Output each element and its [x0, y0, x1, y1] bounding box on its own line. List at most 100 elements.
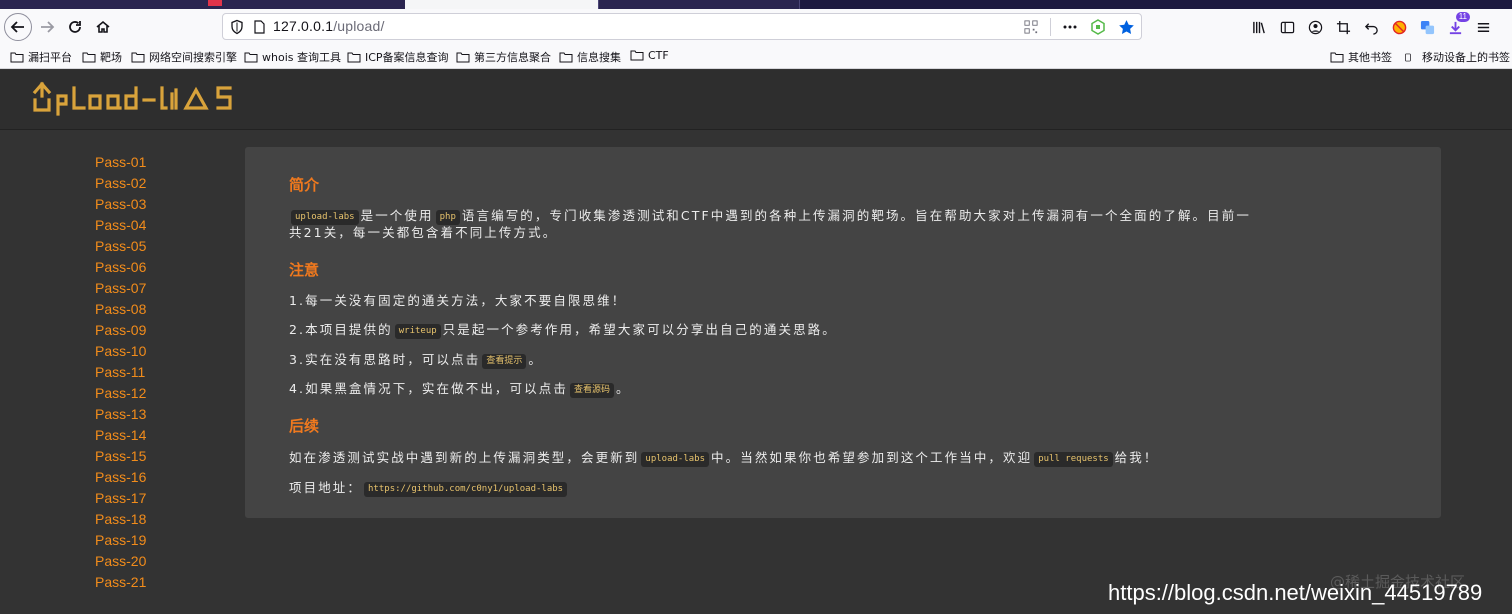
sidebar-item-pass-15[interactable]: Pass-15	[95, 447, 146, 468]
sidebar-item-pass-08[interactable]: Pass-08	[95, 300, 146, 321]
browser-tab-1[interactable]	[0, 0, 201, 9]
upload-labs-logo	[32, 81, 232, 116]
intro-text: 是一个使用	[360, 208, 434, 223]
sidebar-item-pass-01[interactable]: Pass-01	[95, 153, 146, 174]
sidebar-item-pass-13[interactable]: Pass-13	[95, 405, 146, 426]
bookmark-folder-2[interactable]: 靶场	[82, 49, 122, 65]
qr-code-icon[interactable]	[1022, 18, 1040, 36]
heading-notes: 注意	[289, 261, 320, 279]
sidebar-item-pass-06[interactable]: Pass-06	[95, 258, 146, 279]
show-source-link[interactable]: 查看源码	[569, 383, 614, 398]
reload-button[interactable]	[61, 13, 89, 41]
url-actions	[1022, 18, 1135, 36]
bookmark-label: 其他书签	[1348, 51, 1392, 64]
mobile-device-icon	[1404, 52, 1418, 63]
toolbar-right: 11	[1250, 12, 1492, 36]
bookmark-folder-1[interactable]: 漏扫平台	[10, 49, 72, 65]
bookmark-label: whois 查询工具	[262, 51, 341, 64]
sidebar-item-pass-14[interactable]: Pass-14	[95, 426, 146, 447]
code-pull-requests: pull requests	[1034, 452, 1113, 467]
bookmark-folder-4[interactable]: whois 查询工具	[244, 49, 341, 65]
sidebar-nav: Pass-01 Pass-02 Pass-03 Pass-04 Pass-05 …	[95, 153, 146, 594]
sidebar-item-pass-07[interactable]: Pass-07	[95, 279, 146, 300]
followup-text: 如在渗透测试实战中遇到新的上传漏洞类型，会更新到	[289, 450, 640, 465]
sidebar-item-pass-17[interactable]: Pass-17	[95, 489, 146, 510]
forward-button[interactable]	[33, 13, 61, 41]
browser-tab-4[interactable]	[598, 0, 800, 9]
bookmark-label: 第三方信息聚合	[474, 51, 551, 64]
bookmark-label: 移动设备上的书签	[1422, 51, 1510, 64]
sidebar-item-pass-16[interactable]: Pass-16	[95, 468, 146, 489]
sidebar-item-pass-12[interactable]: Pass-12	[95, 384, 146, 405]
tab-favicon	[208, 0, 222, 6]
page-info-icon[interactable]	[251, 19, 267, 35]
url-host: 127.0.0.1	[273, 18, 334, 34]
sidebar-item-pass-09[interactable]: Pass-09	[95, 321, 146, 342]
url-bar[interactable]: 127.0.0.1/upload/	[222, 13, 1142, 40]
sidebar-item-pass-02[interactable]: Pass-02	[95, 174, 146, 195]
intro-text: 语言编写的，专门收集渗透测试和CTF中遇到的各种上传漏洞的靶场。旨在帮助大家对上…	[461, 208, 1251, 223]
followup-line-1: 如在渗透测试实战中遇到新的上传漏洞类型，会更新到 upload-labs 中。当然如…	[289, 449, 1158, 467]
extension-hex-icon[interactable]	[1089, 18, 1107, 36]
github-repo-link[interactable]: https://github.com/c0ny1/upload-labs	[364, 482, 568, 497]
bookmark-folder-5[interactable]: ICP备案信息查询	[347, 49, 449, 65]
bookmark-label: 网络空间搜索引擎	[149, 51, 237, 64]
undo-arrow-icon[interactable]	[1362, 18, 1380, 36]
sidebar-item-pass-03[interactable]: Pass-03	[95, 195, 146, 216]
tab-strip	[0, 0, 1512, 9]
intro-line-1: upload-labs 是一个使用 php 语言编写的，专门收集渗透测试和CTF中遇到…	[289, 207, 1251, 225]
bookmark-label: ICP备案信息查询	[365, 51, 449, 64]
bookmark-folder-3[interactable]: 网络空间搜索引擎	[131, 49, 237, 65]
folder-icon	[559, 52, 573, 63]
bookmark-label: CTF	[648, 49, 669, 62]
sidebar-item-pass-10[interactable]: Pass-10	[95, 342, 146, 363]
block-extension-icon[interactable]	[1390, 18, 1408, 36]
more-actions-icon[interactable]	[1061, 18, 1079, 36]
back-button[interactable]	[4, 13, 32, 41]
sidebar-item-pass-11[interactable]: Pass-11	[95, 363, 146, 384]
bookmark-star-icon[interactable]	[1117, 18, 1135, 36]
sidebar-item-pass-18[interactable]: Pass-18	[95, 510, 146, 531]
browser-toolbar: 127.0.0.1/upload/ 11	[0, 9, 1512, 45]
download-extension-icon[interactable]: 11	[1446, 12, 1470, 36]
browser-tab-active[interactable]	[405, 0, 598, 9]
account-icon[interactable]	[1306, 18, 1324, 36]
sidebar-item-pass-04[interactable]: Pass-04	[95, 216, 146, 237]
bookmark-label: 靶场	[100, 51, 122, 64]
followup-text: 中。当然如果你也希望参加到这个工作当中，欢迎	[711, 450, 1033, 465]
bookmark-other[interactable]: 其他书签	[1330, 49, 1392, 65]
bookmark-mobile[interactable]: 移动设备上的书签	[1404, 49, 1510, 65]
show-hint-link[interactable]: 查看提示	[482, 354, 527, 369]
home-button[interactable]	[89, 13, 117, 41]
site-logo[interactable]	[32, 80, 236, 120]
intro-panel: 简介 upload-labs 是一个使用 php 语言编写的，专门收集渗透测试和CTF…	[245, 147, 1441, 518]
folder-icon	[347, 52, 361, 63]
note-text: 。	[528, 352, 543, 367]
translate-icon[interactable]	[1418, 18, 1436, 36]
shield-icon[interactable]	[229, 19, 245, 35]
sidebar-item-pass-20[interactable]: Pass-20	[95, 552, 146, 573]
note-text: 4.如果黑盒情况下，实在做不出，可以点击	[289, 381, 568, 396]
note-3: 3.实在没有思路时，可以点击 查看提示。	[289, 351, 543, 369]
sidebar-toggle-icon[interactable]	[1278, 18, 1296, 36]
sidebar-item-pass-05[interactable]: Pass-05	[95, 237, 146, 258]
browser-tab-2[interactable]	[200, 0, 405, 9]
followup-text: 给我！	[1114, 450, 1159, 465]
arrow-left-icon	[10, 21, 24, 33]
url-text[interactable]: 127.0.0.1/upload/	[273, 18, 385, 34]
bookmark-folder-6[interactable]: 第三方信息聚合	[456, 49, 551, 65]
intro-line-2: 共21关，每一关都包含着不同上传方式。	[289, 225, 558, 240]
menu-icon[interactable]	[1474, 18, 1492, 36]
screenshot-crop-icon[interactable]	[1334, 18, 1352, 36]
bookmark-folder-7[interactable]: 信息搜集	[559, 49, 621, 65]
sidebar-item-pass-21[interactable]: Pass-21	[95, 573, 146, 594]
bookmark-folder-8[interactable]: CTF	[630, 49, 669, 62]
folder-icon	[456, 52, 470, 63]
sidebar-item-pass-19[interactable]: Pass-19	[95, 531, 146, 552]
library-icon[interactable]	[1250, 18, 1268, 36]
folder-icon	[131, 52, 145, 63]
bookmarks-bar: 漏扫平台 靶场 网络空间搜索引擎 whois 查询工具 ICP备案信息查询 第三…	[0, 45, 1512, 69]
note-text: 只是起一个参考作用，希望大家可以分享出自己的通关思路。	[442, 322, 837, 337]
note-text: 3.实在没有思路时，可以点击	[289, 352, 481, 367]
heading-intro: 简介	[289, 176, 320, 194]
